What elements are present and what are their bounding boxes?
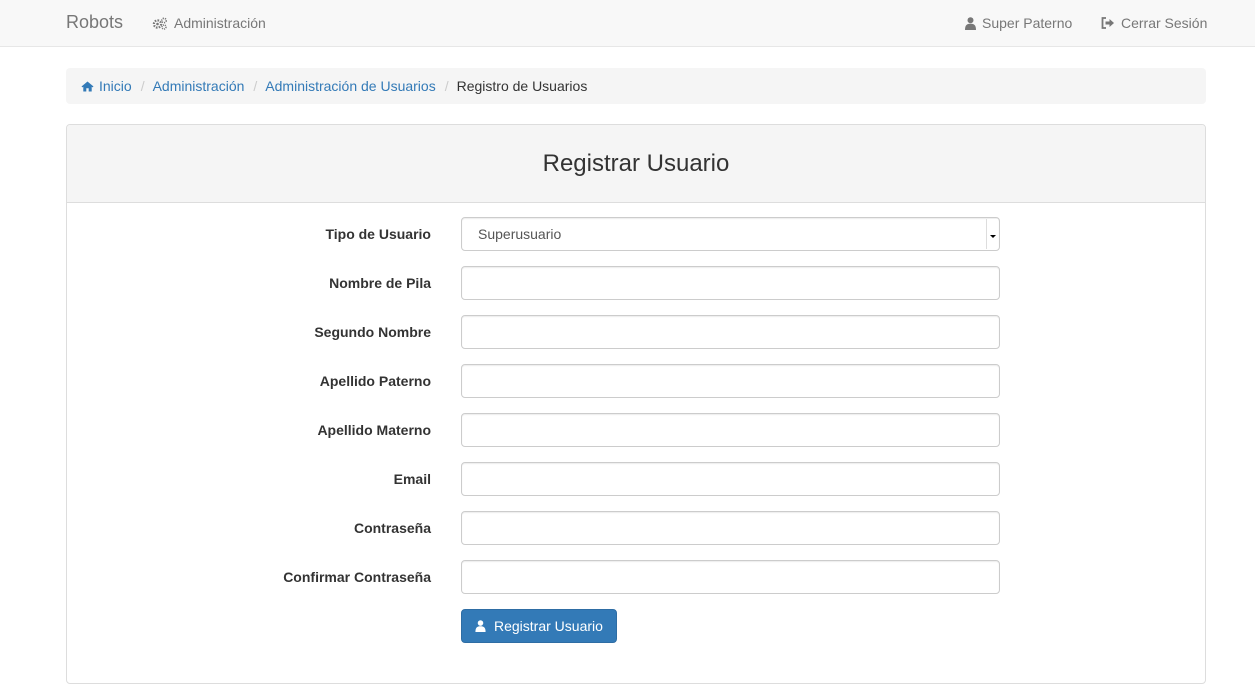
email-input[interactable] — [461, 462, 1000, 496]
nav-logout-link[interactable]: Cerrar Sesión — [1101, 15, 1207, 31]
breadcrumb-home-link[interactable]: Inicio — [81, 78, 132, 94]
password-input[interactable] — [461, 511, 1000, 545]
breadcrumb-users-admin-link[interactable]: Administración de Usuarios — [265, 78, 435, 94]
apellido-materno-label: Apellido Materno — [317, 422, 431, 438]
form-row-nombre: Nombre de Pila — [67, 266, 1205, 315]
form-row-confirm: Confirmar Contraseña — [67, 560, 1205, 609]
nav-user-link[interactable]: Super Paterno — [965, 15, 1072, 31]
home-icon — [81, 81, 94, 91]
email-label: Email — [393, 471, 431, 487]
user-icon — [965, 16, 976, 30]
register-user-button-label: Registrar Usuario — [494, 618, 603, 634]
breadcrumb: Inicio / Administración / Administración… — [66, 68, 1206, 104]
breadcrumb-current: Registro de Usuarios — [456, 78, 588, 94]
nav-administracion-link[interactable]: Administración — [152, 15, 266, 31]
tipo-usuario-select[interactable]: Superusuario — [461, 217, 1000, 251]
breadcrumb-separator: / — [444, 78, 449, 94]
breadcrumb-separator: / — [140, 78, 145, 94]
confirm-password-label: Confirmar Contraseña — [283, 569, 431, 585]
apellido-paterno-label: Apellido Paterno — [319, 373, 431, 389]
nombre-pila-label: Nombre de Pila — [329, 275, 431, 291]
form-row-email: Email — [67, 462, 1205, 511]
breadcrumb-separator: / — [253, 78, 258, 94]
panel-heading: Registrar Usuario — [67, 125, 1205, 203]
user-icon — [475, 620, 486, 632]
register-user-form: Tipo de Usuario Superusuario Nombre de P… — [67, 217, 1205, 643]
sign-out-icon — [1101, 17, 1114, 29]
register-user-panel: Registrar Usuario Tipo de Usuario Superu… — [66, 124, 1206, 684]
segundo-nombre-input[interactable] — [461, 315, 1000, 349]
nav-logout-label: Cerrar Sesión — [1121, 15, 1208, 31]
form-row-tipo: Tipo de Usuario Superusuario — [67, 217, 1205, 266]
nav-user-label: Super Paterno — [982, 15, 1073, 31]
nav-administracion-label: Administración — [174, 15, 266, 31]
form-row-password: Contraseña — [67, 511, 1205, 560]
form-row-paterno: Apellido Paterno — [67, 364, 1205, 413]
tipo-usuario-selected: Superusuario — [478, 226, 562, 242]
segundo-nombre-label: Segundo Nombre — [314, 324, 431, 340]
top-navbar: Robots Administración Super Paterno Cerr… — [0, 0, 1255, 47]
form-row-materno: Apellido Materno — [67, 413, 1205, 462]
password-label: Contraseña — [353, 520, 431, 536]
breadcrumb-home-label: Inicio — [99, 78, 132, 94]
apellido-paterno-input[interactable] — [461, 364, 1000, 398]
brand-link[interactable]: Robots — [66, 12, 123, 33]
select-arrow-icon[interactable] — [986, 219, 998, 249]
gears-icon — [152, 16, 168, 30]
confirm-password-input[interactable] — [461, 560, 1000, 594]
apellido-materno-input[interactable] — [461, 413, 1000, 447]
form-row-segundo: Segundo Nombre — [67, 315, 1205, 364]
panel-title: Registrar Usuario — [542, 149, 730, 177]
nombre-pila-input[interactable] — [461, 266, 1000, 300]
tipo-usuario-label: Tipo de Usuario — [325, 226, 431, 242]
breadcrumb-admin-link[interactable]: Administración — [153, 78, 245, 94]
register-user-button[interactable]: Registrar Usuario — [461, 609, 617, 643]
